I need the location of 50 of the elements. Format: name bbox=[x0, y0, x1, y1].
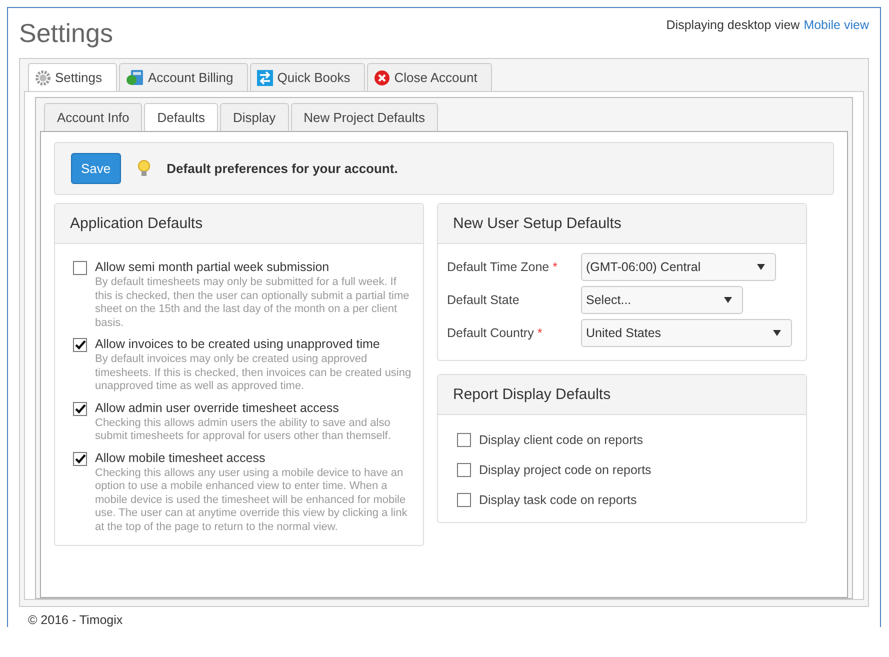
caret-icon bbox=[757, 264, 765, 270]
card-title: New User Setup Defaults bbox=[438, 204, 806, 244]
select-field[interactable]: (GMT-06:00) Central bbox=[581, 253, 776, 281]
gear-icon bbox=[35, 70, 51, 86]
checkbox[interactable] bbox=[73, 338, 87, 352]
card-title: Application Defaults bbox=[55, 204, 423, 244]
checkbox[interactable] bbox=[73, 261, 87, 275]
required-mark: * bbox=[537, 326, 542, 340]
option-label: Allow admin user override timesheet access bbox=[95, 400, 340, 414]
select-field[interactable]: United States bbox=[581, 319, 792, 347]
tab[interactable]: New Project Defaults bbox=[290, 103, 438, 132]
tab[interactable]: Account Billing bbox=[118, 63, 248, 92]
option-label: Display client code on reports bbox=[479, 432, 643, 446]
checkbox[interactable] bbox=[457, 433, 471, 447]
mobile-view-link[interactable]: Mobile view bbox=[804, 18, 869, 32]
required-mark: * bbox=[552, 260, 558, 274]
option-label: Allow semi month partial week submission bbox=[95, 260, 330, 274]
tab[interactable]: Settings bbox=[28, 63, 117, 92]
toolbar-message: Default preferences for your account. bbox=[166, 161, 398, 176]
option-label: Allow invoices to be created using unapproved time bbox=[95, 337, 381, 351]
field-label: Default Country bbox=[447, 326, 534, 340]
option-description: Checking this allows admin users the ability to save and also submit timesheets for approval for users other than themself. bbox=[95, 416, 392, 444]
card-title: Report Display Defaults bbox=[438, 375, 806, 415]
tab[interactable]: Quick Books bbox=[250, 63, 366, 92]
checkbox[interactable] bbox=[457, 463, 471, 477]
close-icon bbox=[374, 70, 390, 86]
select-field[interactable]: Select... bbox=[581, 286, 743, 314]
checkbox[interactable] bbox=[73, 452, 87, 466]
tab[interactable]: Display bbox=[220, 103, 289, 132]
field-label: Default State bbox=[447, 293, 520, 307]
option-description: By default invoices may only be created using approved timesheets. If this is checked, then invoices can be created using unapproved time as well as approved time. bbox=[95, 353, 412, 394]
caret-icon bbox=[773, 330, 781, 336]
option-label: Allow mobile timesheet access bbox=[95, 450, 266, 464]
checkbox[interactable] bbox=[457, 493, 471, 507]
option-description: By default timesheets may only be submitted for a full week. If this is checked, then the user can optionally submit a partial time sheet on the 15th and the last day of the month on a per client basis. bbox=[95, 276, 410, 330]
tab[interactable]: Account Info bbox=[44, 103, 142, 132]
billing-icon bbox=[126, 69, 144, 86]
field-label: Default Time Zone bbox=[447, 260, 550, 274]
tab[interactable]: Defaults bbox=[144, 103, 218, 132]
lightbulb-icon bbox=[136, 160, 151, 177]
arrows-icon bbox=[257, 70, 274, 86]
page-title: Settings bbox=[19, 18, 113, 49]
option-description: Checking this allows any user using a mobile device to have an option to use a mobile enhanced view to enter time. When a mobile device is used the timesheet will be enhanced for mobile use. The user can at anytime override this view by clicking a link at the top of the page to return to the normal view. bbox=[95, 466, 408, 534]
footer-text: © 2016 - Timogix bbox=[27, 612, 124, 627]
option-label: Display project code on reports bbox=[479, 462, 652, 476]
option-label: Display task code on reports bbox=[479, 492, 637, 506]
tab[interactable]: Close Account bbox=[367, 63, 492, 92]
caret-icon bbox=[724, 297, 732, 303]
checkbox[interactable] bbox=[73, 402, 87, 416]
view-status: Displaying desktop view bbox=[666, 18, 800, 32]
